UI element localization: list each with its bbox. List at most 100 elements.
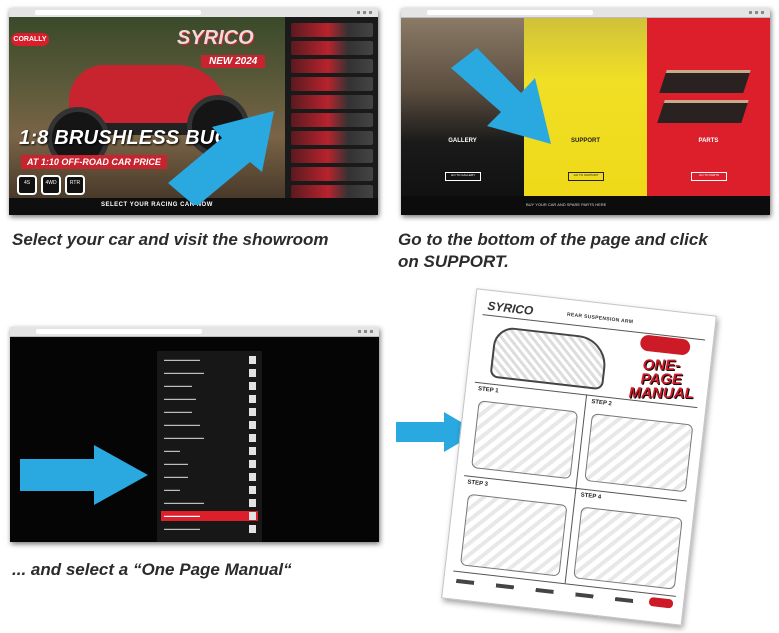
download-icon[interactable]: [249, 512, 256, 520]
download-icon[interactable]: [249, 395, 256, 403]
manual-row-label: ▬▬▬▬▬▬▬▬▬▬: [164, 435, 204, 440]
manual-row[interactable]: ▬▬▬▬▬▬: [161, 459, 258, 469]
car-thumbnail[interactable]: [291, 77, 373, 91]
manual-row[interactable]: ▬▬▬▬▬▬▬: [161, 407, 258, 417]
download-icon[interactable]: [249, 408, 256, 416]
price-tag: AT 1:10 OFF-ROAD CAR PRICE: [21, 155, 167, 169]
browser-menu-icon[interactable]: [358, 330, 374, 333]
car-thumbnail[interactable]: [291, 95, 373, 109]
manual-row-selected[interactable]: ▬▬▬▬▬▬▬▬▬: [161, 511, 258, 521]
step-drawing: [573, 506, 683, 590]
car-thumbnail[interactable]: [291, 185, 373, 199]
manual-row-label: ▬▬▬▬▬▬: [164, 461, 188, 466]
step-label: STEP 2: [590, 399, 613, 408]
one-page-manual[interactable]: SYRICO REAR SUSPENSION ARM ONE-PAGE MANU…: [441, 288, 717, 626]
manual-row-label: ▬▬▬▬▬▬▬▬▬▬: [164, 500, 204, 505]
stamp-line-1: ONE-PAGE: [640, 356, 683, 388]
manual-list-screenshot: ▬▬▬▬▬▬▬▬▬ ▬▬▬▬▬▬▬▬▬▬ ▬▬▬▬▬▬▬ ▬▬▬▬▬▬▬▬ ▬▬…: [10, 327, 379, 542]
footer-text[interactable]: BUY YOUR CAR AND SPARE PARTS HERE: [526, 202, 606, 207]
download-icon[interactable]: [249, 382, 256, 390]
manual-row[interactable]: ▬▬▬▬▬▬: [161, 472, 258, 482]
download-icon[interactable]: [249, 525, 256, 533]
car-thumbnail[interactable]: [291, 41, 373, 55]
step-drawing: [471, 400, 579, 480]
address-bar[interactable]: [36, 329, 203, 334]
download-icon[interactable]: [249, 486, 256, 494]
manual-list: ▬▬▬▬▬▬▬▬▬ ▬▬▬▬▬▬▬▬▬▬ ▬▬▬▬▬▬▬ ▬▬▬▬▬▬▬▬ ▬▬…: [157, 351, 262, 542]
showroom-screenshot: CORALLY SYRICO NEW 2024 1:8 BRUSHLESS BU…: [9, 8, 378, 215]
car-thumbnail[interactable]: [291, 131, 373, 145]
feature-badges: 4S 4WD RTR: [17, 175, 85, 195]
caption-step-2-line-1: Go to the bottom of the page and click: [398, 230, 708, 249]
car-thumbnail[interactable]: [291, 59, 373, 73]
manual-row[interactable]: ▬▬▬▬: [161, 446, 258, 456]
download-icon[interactable]: [249, 447, 256, 455]
new-badge: NEW 2024: [201, 55, 266, 68]
browser-menu-icon[interactable]: [357, 11, 373, 14]
step-drawing: [584, 413, 694, 493]
car-thumbnail[interactable]: [291, 167, 373, 181]
support-page-screenshot: GALLERY SUPPORT PARTS GO TO GALLERY GO T…: [401, 8, 770, 215]
parts-tray: [659, 70, 751, 93]
car-thumbnail[interactable]: [291, 113, 373, 127]
arrow-icon: [20, 445, 148, 505]
manual-row-label: ▬▬▬▬▬▬▬▬▬: [164, 357, 200, 362]
feature-badge: RTR: [65, 175, 85, 195]
step-label: STEP 3: [467, 479, 489, 488]
manual-row[interactable]: ▬▬▬▬▬▬▬▬▬▬: [161, 433, 258, 443]
download-icon[interactable]: [249, 473, 256, 481]
step-label: STEP 1: [477, 386, 499, 395]
car-thumbnail[interactable]: [291, 149, 373, 163]
caption-step-2-line-2: on SUPPORT.: [398, 252, 509, 271]
manual-row-label: ▬▬▬▬▬▬▬▬▬: [164, 422, 200, 427]
manual-row-label: ▬▬▬▬: [164, 448, 180, 453]
gallery-button[interactable]: GO TO GALLERY: [445, 172, 481, 181]
manual-row[interactable]: ▬▬▬▬▬▬▬▬: [161, 394, 258, 404]
manual-row-label: ▬▬▬▬: [164, 487, 180, 492]
download-icon[interactable]: [249, 434, 256, 442]
manual-row[interactable]: ▬▬▬▬▬▬▬▬▬▬: [161, 498, 258, 508]
one-page-manual-stamp: ONE-PAGE MANUAL: [624, 356, 698, 403]
caption-step-3: ... and select a “One Page Manual“: [12, 560, 292, 579]
feature-badge: 4WD: [41, 175, 61, 195]
manual-row[interactable]: ▬▬▬▬▬▬▬▬▬▬: [161, 368, 258, 378]
browser-toolbar: [401, 8, 770, 18]
manual-row[interactable]: ▬▬▬▬▬▬▬: [161, 381, 258, 391]
manual-row-label: ▬▬▬▬▬▬▬▬▬: [164, 526, 200, 531]
step-label: STEP 4: [580, 492, 602, 501]
address-bar[interactable]: [35, 10, 202, 15]
download-icon[interactable]: [249, 356, 256, 364]
feature-badge: 4S: [17, 175, 37, 195]
arrow-icon: [451, 48, 551, 144]
parts-button[interactable]: GO TO PARTS: [691, 172, 727, 181]
caption-step-1: Select your car and visit the showroom: [12, 230, 329, 249]
manual-row[interactable]: ▬▬▬▬: [161, 485, 258, 495]
step-drawing: [459, 493, 568, 577]
browser-menu-icon[interactable]: [749, 11, 765, 14]
manual-row[interactable]: ▬▬▬▬▬▬▬▬▬: [161, 355, 258, 365]
manual-row-label: ▬▬▬▬▬▬▬▬▬▬: [164, 370, 204, 375]
support-button[interactable]: GO TO SUPPORT: [568, 172, 604, 181]
manual-row-label: ▬▬▬▬▬▬▬▬: [164, 396, 196, 401]
stamp-line-2: MANUAL: [628, 384, 694, 403]
car-selector-list: [285, 17, 378, 199]
chassis-drawing: [489, 325, 609, 391]
arrow-icon: [168, 111, 274, 205]
address-bar[interactable]: [427, 10, 594, 15]
manual-row[interactable]: ▬▬▬▬▬▬▬▬▬: [161, 420, 258, 430]
corally-logo[interactable]: CORALLY: [11, 33, 49, 46]
manual-title: REAR SUSPENSION ARM: [566, 311, 634, 326]
manual-row-label: ▬▬▬▬▬▬▬: [164, 409, 192, 414]
manual-row-label: ▬▬▬▬▬▬: [164, 474, 188, 479]
download-icon[interactable]: [249, 369, 256, 377]
manual-row-label: ▬▬▬▬▬▬▬▬▬: [164, 513, 200, 518]
download-icon[interactable]: [249, 499, 256, 507]
download-icon[interactable]: [249, 460, 256, 468]
download-icon[interactable]: [249, 421, 256, 429]
manual-row-label: ▬▬▬▬▬▬▬: [164, 383, 192, 388]
section-label-parts: PARTS: [698, 138, 719, 144]
car-thumbnail[interactable]: [291, 23, 373, 37]
browser-toolbar: [10, 327, 379, 337]
caption-step-2: Go to the bottom of the page and click o…: [398, 229, 708, 273]
manual-row[interactable]: ▬▬▬▬▬▬▬▬▬: [161, 524, 258, 534]
